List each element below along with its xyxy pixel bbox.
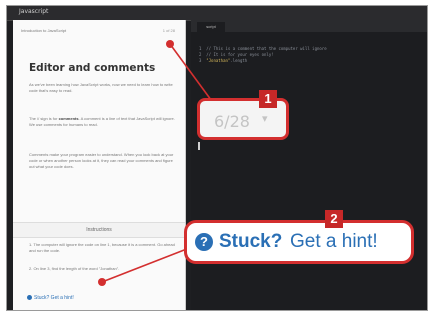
callout-1-anchor-dot bbox=[166, 40, 174, 48]
get-hint-label[interactable]: Get a hint! bbox=[290, 231, 378, 253]
get-hint-callout[interactable]: ? Stuck? Get a hint! bbox=[184, 220, 414, 264]
question-icon: ? bbox=[195, 233, 213, 251]
screenshot-frame: Javascript Introduction to JavaScript 1 … bbox=[0, 0, 438, 311]
exercise-counter[interactable]: 6/28 bbox=[214, 112, 250, 131]
stuck-label: Stuck? bbox=[219, 231, 283, 252]
callout-badge-1: 1 bbox=[259, 90, 277, 108]
callout-badge-2: 2 bbox=[325, 210, 343, 228]
chevron-down-icon[interactable]: ▾ bbox=[262, 112, 268, 125]
callout-2-anchor-dot bbox=[98, 278, 106, 286]
